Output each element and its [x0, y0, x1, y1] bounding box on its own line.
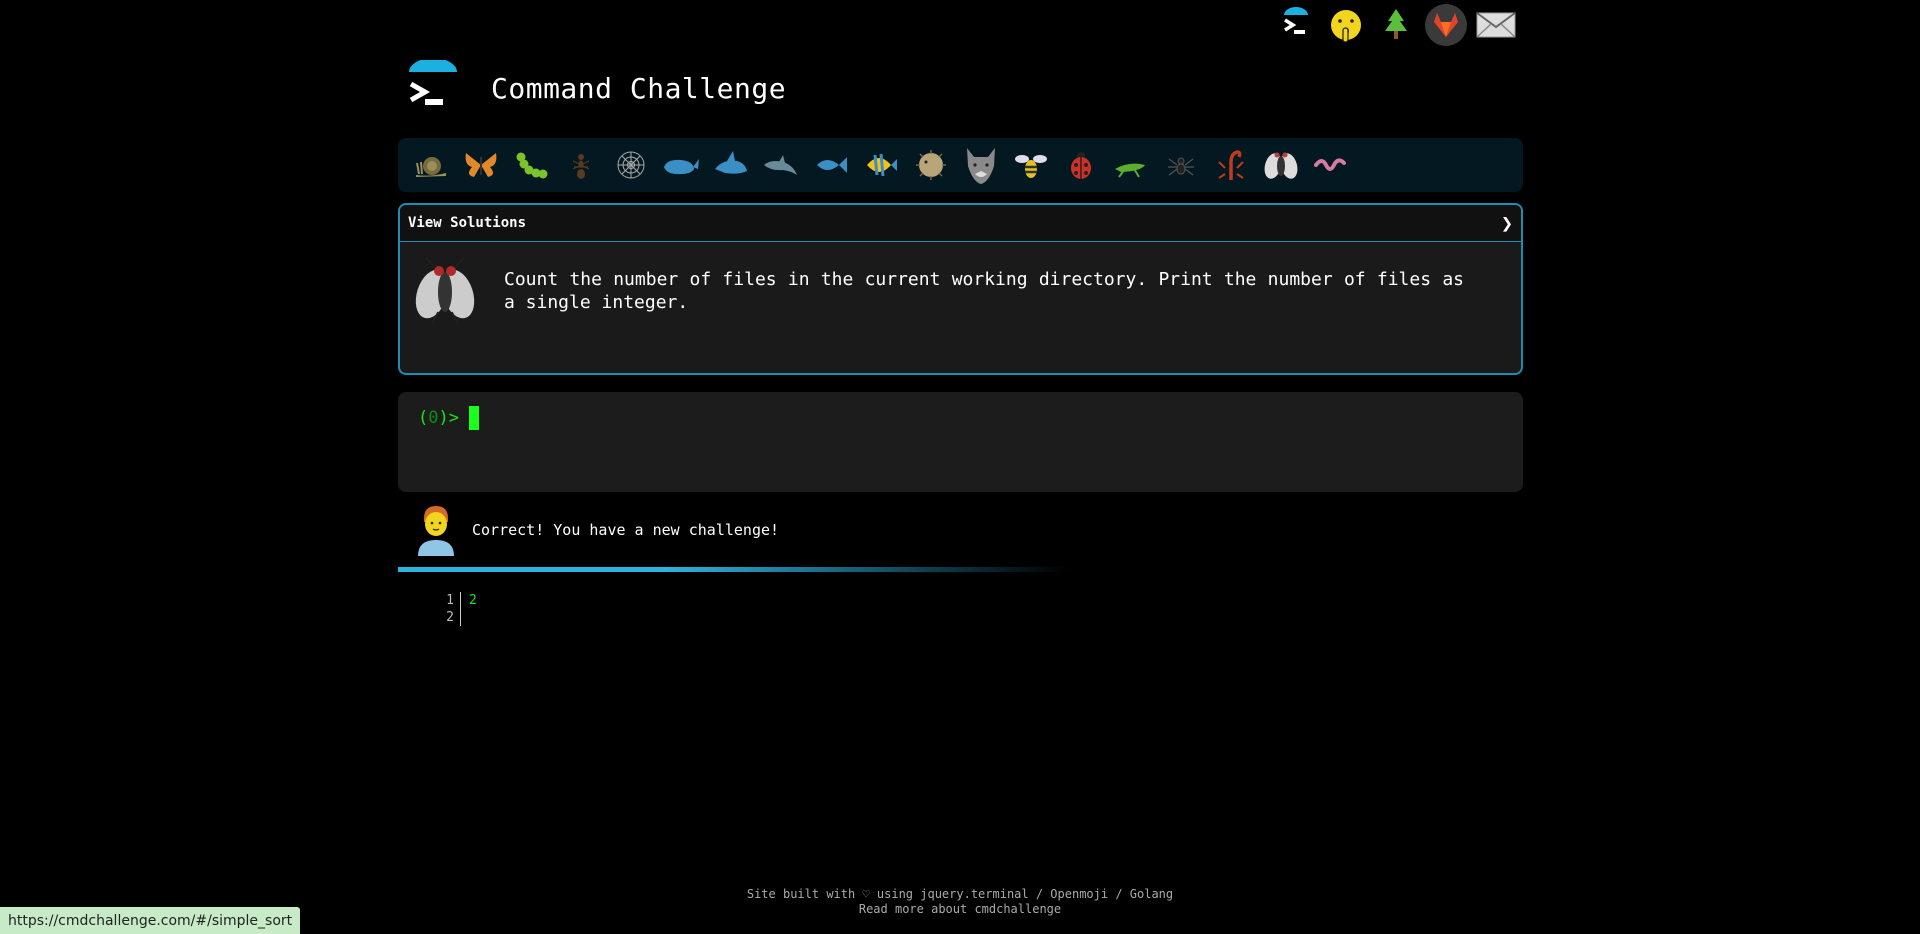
- spider-icon[interactable]: [1156, 140, 1206, 190]
- prompt-counter: 0: [428, 408, 439, 428]
- fish-icon[interactable]: [806, 140, 856, 190]
- terminal-icon[interactable]: [1275, 4, 1317, 46]
- progress-bar: [398, 567, 1068, 572]
- editor-line: 2: [440, 609, 477, 626]
- terminal[interactable]: (0)>: [398, 392, 1523, 492]
- fly-icon[interactable]: [1256, 140, 1306, 190]
- challenge-creature-bar: [398, 138, 1523, 192]
- line-number: 1: [440, 592, 461, 609]
- footer-about-link[interactable]: Read more about cmdchallenge: [700, 902, 1220, 917]
- terminal-cursor: [468, 406, 479, 430]
- blowfish-icon[interactable]: [906, 140, 956, 190]
- line-number: 2: [440, 609, 461, 626]
- scorpion-icon[interactable]: [1206, 140, 1256, 190]
- worm-icon[interactable]: [1306, 140, 1356, 190]
- cricket-icon[interactable]: [1106, 140, 1156, 190]
- wolf-icon[interactable]: [956, 140, 1006, 190]
- view-solutions-label: View Solutions: [408, 215, 527, 231]
- logo-icon: [409, 60, 457, 105]
- result-message: Correct! You have a new challenge!: [414, 504, 779, 556]
- output-editor: 1 2 2: [440, 592, 477, 626]
- challenge-panel: View Solutions ❯ Count the number of fil…: [398, 203, 1523, 375]
- snail-icon[interactable]: [406, 140, 456, 190]
- view-solutions-toggle[interactable]: View Solutions ❯: [400, 205, 1521, 242]
- header: Command Challenge: [405, 60, 786, 116]
- tree-icon[interactable]: [1375, 4, 1417, 46]
- footer-credits-link[interactable]: Site built with ♡ using jquery.terminal …: [700, 887, 1220, 902]
- top-icon-bar: [1275, 4, 1517, 46]
- spider-web-icon[interactable]: [606, 140, 656, 190]
- editor-line: 1 2: [440, 592, 477, 609]
- page: Command Challenge View Solutions ❯ Count…: [0, 0, 1920, 934]
- butterfly-icon[interactable]: [456, 140, 506, 190]
- shush-face-icon[interactable]: [1325, 4, 1367, 46]
- line-content: [461, 609, 469, 626]
- mail-icon[interactable]: [1475, 4, 1517, 46]
- chevron-right-icon: ❯: [1500, 211, 1513, 235]
- whale-icon[interactable]: [656, 140, 706, 190]
- ladybug-icon[interactable]: [1056, 140, 1106, 190]
- avatar-icon: [418, 506, 454, 556]
- page-title: Command Challenge: [491, 71, 787, 105]
- bee-icon[interactable]: [1006, 140, 1056, 190]
- challenge-body: Count the number of files in the current…: [400, 242, 1521, 340]
- tropical-fish-icon[interactable]: [856, 140, 906, 190]
- ant-icon[interactable]: [556, 140, 606, 190]
- status-bar-url: https://cmdchallenge.com/#/simple_sort: [0, 907, 301, 934]
- gitlab-icon[interactable]: [1425, 4, 1467, 46]
- caterpillar-icon[interactable]: [506, 140, 556, 190]
- challenge-description: Count the number of files in the current…: [504, 269, 1464, 313]
- dolphin-icon[interactable]: [756, 140, 806, 190]
- prompt-close: )>: [438, 408, 459, 428]
- fly-icon: [415, 257, 475, 325]
- prompt-line[interactable]: (0)>: [418, 406, 479, 430]
- footer: Site built with ♡ using jquery.terminal …: [700, 887, 1220, 917]
- shark-icon[interactable]: [706, 140, 756, 190]
- line-content: 2: [469, 593, 477, 608]
- message-text: Correct! You have a new challenge!: [472, 521, 780, 539]
- prompt-open: (: [418, 408, 429, 428]
